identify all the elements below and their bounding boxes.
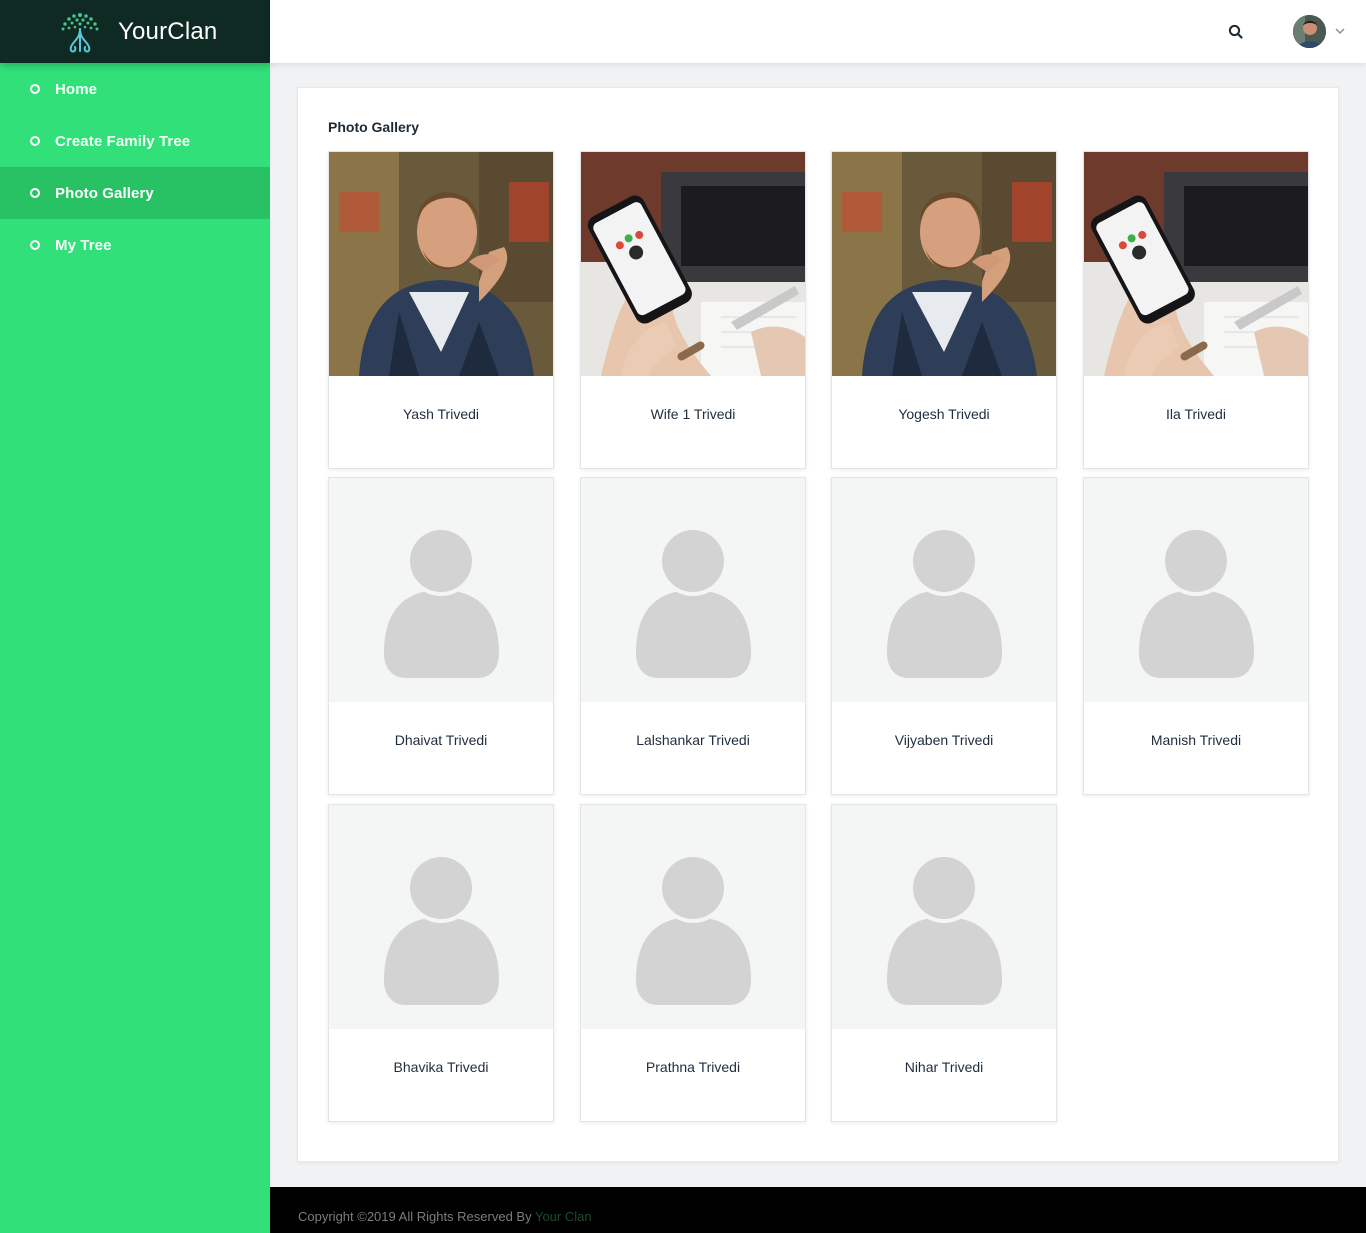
member-name: Prathna Trivedi	[645, 1059, 741, 1075]
member-name: Nihar Trivedi	[904, 1059, 984, 1075]
sidebar-item-my-tree[interactable]: My Tree	[0, 219, 270, 271]
footer: Copyright ©2019 All Rights Reserved By Y…	[270, 1187, 1366, 1233]
user-placeholder-icon[interactable]	[1084, 478, 1308, 702]
footer-brand-link[interactable]: Your Clan	[535, 1209, 592, 1224]
gallery-card[interactable]: Lalshankar Trivedi	[580, 477, 806, 795]
gallery-card[interactable]: Bhavika Trivedi	[328, 804, 554, 1122]
sidebar-item-photo-gallery[interactable]: Photo Gallery	[0, 167, 270, 219]
member-photo[interactable]	[581, 152, 805, 376]
user-placeholder-icon[interactable]	[832, 805, 1056, 1029]
sidebar-item-label: Create Family Tree	[55, 132, 191, 150]
gallery-card[interactable]: Wife 1 Trivedi	[580, 151, 806, 469]
user-placeholder-icon[interactable]	[832, 478, 1056, 702]
tree-logo-icon	[61, 12, 99, 52]
member-name: Manish Trivedi	[1150, 732, 1242, 748]
user-avatar[interactable]	[1293, 15, 1326, 48]
circle-bullet-icon	[30, 240, 40, 250]
copyright-text: Copyright ©2019 All Rights Reserved By Y…	[298, 1209, 592, 1224]
topbar	[270, 0, 1366, 63]
sidebar-item-label: Home	[55, 80, 98, 98]
circle-bullet-icon	[30, 188, 40, 198]
user-placeholder-icon[interactable]	[329, 805, 553, 1029]
gallery-card[interactable]: Yogesh Trivedi	[831, 151, 1057, 469]
gallery-card[interactable]: Prathna Trivedi	[580, 804, 806, 1122]
member-name: Vijyaben Trivedi	[894, 732, 994, 748]
member-name: Dhaivat Trivedi	[394, 732, 488, 748]
sidebar-nav: Home Create Family Tree Photo Gallery My…	[0, 63, 270, 271]
brand[interactable]: YourClan	[0, 0, 270, 63]
sidebar-item-label: My Tree	[55, 236, 112, 254]
gallery-card[interactable]: Dhaivat Trivedi	[328, 477, 554, 795]
gallery-card[interactable]: Manish Trivedi	[1083, 477, 1309, 795]
member-photo[interactable]	[832, 152, 1056, 376]
sidebar-item-home[interactable]: Home	[0, 63, 270, 115]
gallery-card[interactable]: Nihar Trivedi	[831, 804, 1057, 1122]
sidebar-item-create-family-tree[interactable]: Create Family Tree	[0, 115, 270, 167]
member-name: Ila Trivedi	[1166, 406, 1226, 422]
gallery-card[interactable]: Ila Trivedi	[1083, 151, 1309, 469]
member-photo[interactable]	[329, 152, 553, 376]
member-name: Yash Trivedi	[403, 406, 479, 422]
gallery-card[interactable]: Vijyaben Trivedi	[831, 477, 1057, 795]
sidebar-item-label: Photo Gallery	[55, 184, 154, 202]
member-name: Yogesh Trivedi	[898, 406, 990, 422]
search-icon[interactable]	[1226, 22, 1246, 42]
copyright-label: Copyright ©2019 All Rights Reserved By	[298, 1209, 535, 1224]
user-placeholder-icon[interactable]	[329, 478, 553, 702]
user-placeholder-icon[interactable]	[581, 805, 805, 1029]
page-title: Photo Gallery	[328, 119, 420, 135]
brand-name: YourClan	[118, 17, 218, 45]
chevron-down-icon[interactable]	[1333, 24, 1347, 38]
gallery-card[interactable]: Yash Trivedi	[328, 151, 554, 469]
user-placeholder-icon[interactable]	[581, 478, 805, 702]
member-photo[interactable]	[1084, 152, 1308, 376]
photo-gallery-panel: Photo Gallery Yash Trivedi Wife 1 Trived…	[297, 87, 1339, 1162]
member-name: Lalshankar Trivedi	[636, 732, 750, 748]
circle-bullet-icon	[30, 84, 40, 94]
member-name: Bhavika Trivedi	[393, 1059, 489, 1075]
sidebar: YourClan Home Create Family Tree Photo G…	[0, 0, 270, 1233]
circle-bullet-icon	[30, 136, 40, 146]
member-name: Wife 1 Trivedi	[650, 406, 736, 422]
